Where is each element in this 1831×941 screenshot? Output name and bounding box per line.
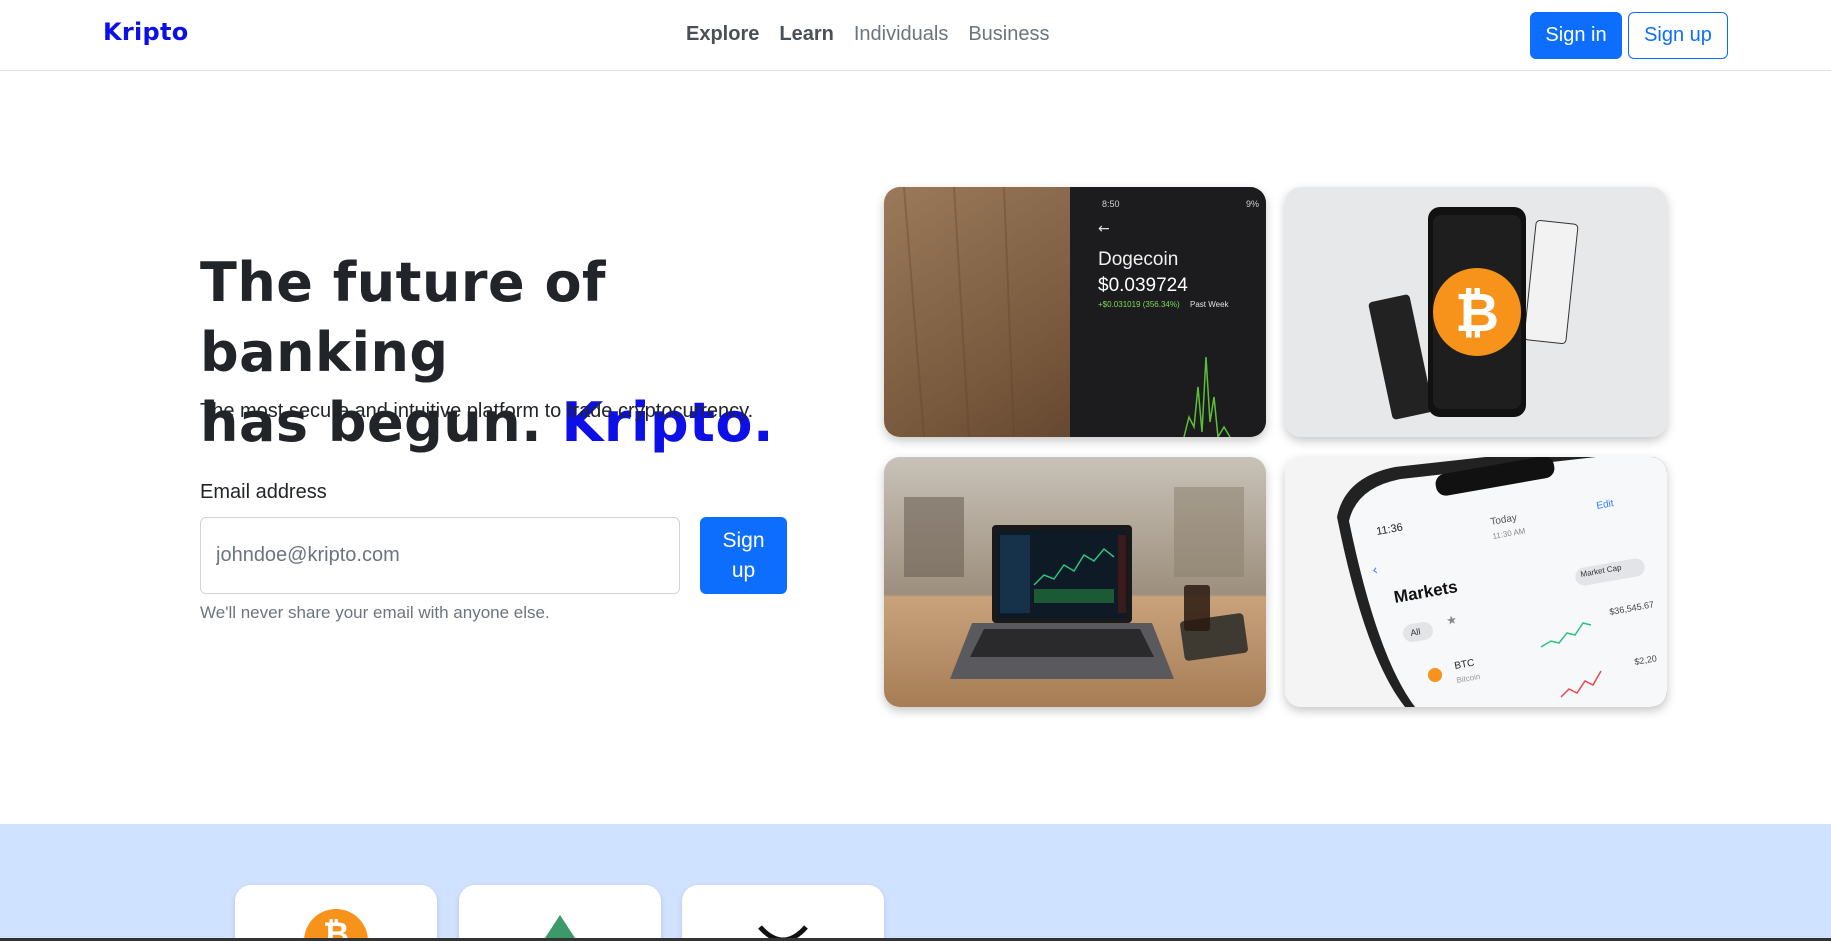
sign-in-button[interactable]: Sign in [1530,12,1622,59]
dogecoin-phone-image: 8:50 9% ← Dogecoin $0.039724 +$0.031019 … [884,187,1266,437]
doge-status-battery: 9% [1246,199,1259,209]
navbar: Kripto Explore Learn Individuals Busines… [0,0,1831,71]
nav-links: Explore Learn Individuals Business [686,23,1050,46]
sign-up-nav-button[interactable]: Sign up [1628,12,1728,59]
doge-coin-name: Dogecoin [1098,249,1178,270]
nav-link-learn[interactable]: Learn [779,23,833,46]
svg-text:←: ← [1098,221,1110,237]
markets-app-image: 11:36 Today 11:30 AM Edit ‹ Markets Mark… [1285,457,1667,707]
svg-text:₿: ₿ [1455,281,1499,344]
hero-title-line1: The future of banking [200,251,607,384]
nav-link-business[interactable]: Business [968,23,1049,46]
laptop-trading-image [884,457,1266,707]
email-input[interactable] [200,517,680,594]
bitcoin-phone-image: ₿ [1285,187,1667,437]
nav-link-explore[interactable]: Explore [686,23,759,46]
doge-price: $0.039724 [1098,275,1188,296]
hero-sign-up-line2: up [731,558,756,582]
hero-subtitle: The most secure and intuitive platform t… [200,400,754,422]
coin-card-xrp[interactable] [682,885,884,941]
hero-title: The future of banking has begun. Kripto. [200,248,820,458]
hero-sign-up-line1: Sign [722,528,765,552]
doge-status-time: 8:50 [1102,199,1120,209]
coin-card-bitcoin[interactable]: ₿ [235,885,437,941]
coin-card-ethereum[interactable] [459,885,661,941]
nav-link-individuals[interactable]: Individuals [854,23,949,46]
doge-change: +$0.031019 (356.34%) [1098,300,1180,309]
brand-logo[interactable]: Kripto [103,18,189,46]
doge-period: Past Week [1190,300,1230,309]
markets-tab-all: All [1410,626,1422,638]
email-help-text: We'll never share your email with anyone… [200,603,550,622]
hero-sign-up-button[interactable]: Sign up [700,517,787,594]
email-label: Email address [200,481,327,503]
